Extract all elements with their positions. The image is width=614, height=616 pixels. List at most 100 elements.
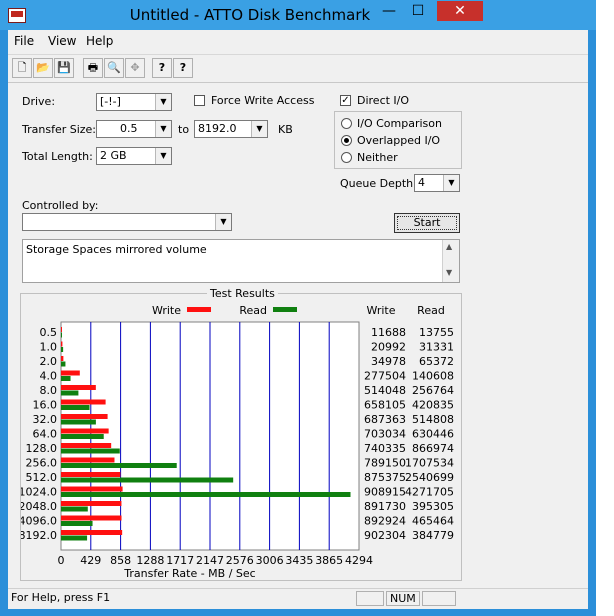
write-bar	[61, 327, 62, 332]
print-icon[interactable]: 🖶	[83, 58, 103, 78]
transfer-size-from-select[interactable]: 0.5 ▼	[96, 120, 172, 138]
y-tick-label: 0.5	[40, 326, 58, 339]
y-tick-label: 128.0	[26, 442, 58, 455]
controlled-by-select[interactable]: ▼	[22, 213, 232, 231]
total-length-value: 2 GB	[100, 149, 127, 162]
write-bar	[61, 443, 112, 448]
scroll-up-icon[interactable]: ▲	[446, 242, 452, 251]
print-preview-icon[interactable]: 🔍	[104, 58, 124, 78]
write-bar	[61, 486, 123, 492]
chevron-down-icon[interactable]: ▼	[155, 94, 171, 110]
x-tick-label: 3006	[256, 554, 284, 567]
menu-view[interactable]: View	[48, 34, 76, 48]
open-folder-icon[interactable]: 📂	[33, 58, 53, 78]
force-write-checkbox[interactable]	[194, 95, 205, 106]
y-tick-label: 512.0	[26, 471, 58, 484]
legend-read-swatch	[273, 307, 297, 312]
status-cell-3	[422, 591, 456, 606]
x-tick-label: 4294	[345, 554, 373, 567]
read-value-label: 384779	[412, 529, 454, 542]
context-help-icon[interactable]: ?	[173, 58, 193, 78]
start-button[interactable]: Start	[394, 213, 460, 233]
maximize-button[interactable]: ☐	[405, 1, 431, 21]
chevron-down-icon[interactable]: ▼	[215, 214, 231, 230]
write-column-header: Write	[366, 304, 395, 317]
x-tick-label: 858	[110, 554, 131, 567]
status-bar: For Help, press F1 NUM	[8, 588, 588, 609]
description-scrollbar[interactable]: ▲ ▼	[442, 240, 459, 282]
y-tick-label: 32.0	[33, 413, 58, 426]
menu-file[interactable]: File	[14, 34, 34, 48]
y-tick-label: 4096.0	[21, 515, 57, 528]
io-comparison-label: I/O Comparison	[357, 117, 442, 130]
write-bar	[61, 385, 96, 390]
write-bar	[61, 515, 122, 521]
status-help-text: For Help, press F1	[11, 591, 111, 604]
description-textarea[interactable]: Storage Spaces mirrored volume ▲ ▼	[22, 239, 460, 283]
title-bar: Untitled - ATTO Disk Benchmark — ☐ ✕	[0, 0, 596, 30]
y-tick-label: 64.0	[33, 428, 58, 441]
write-bar	[61, 356, 64, 361]
total-length-select[interactable]: 2 GB ▼	[96, 147, 172, 165]
to-label: to	[178, 123, 190, 136]
test-results-group: Test Results Write Read Write Read 0 429 858 12…	[20, 287, 462, 581]
chevron-down-icon[interactable]: ▼	[155, 121, 171, 137]
write-bar	[61, 472, 121, 477]
read-value-label: 256764	[412, 384, 454, 397]
move-icon[interactable]: ✥	[125, 58, 145, 78]
drive-label: Drive:	[22, 95, 56, 108]
read-bar	[61, 448, 120, 454]
write-bar	[61, 399, 106, 405]
x-tick-label: 429	[80, 554, 101, 567]
io-comparison-radio[interactable]	[341, 118, 352, 129]
save-icon[interactable]: 💾	[54, 58, 74, 78]
legend-read-label: Read	[239, 304, 267, 317]
drive-value: [-!-]	[100, 95, 121, 108]
x-tick-label: 3435	[285, 554, 313, 567]
y-tick-label: 16.0	[33, 399, 58, 412]
queue-depth-value: 4	[418, 176, 425, 189]
y-tick-label: 256.0	[26, 457, 58, 470]
benchmark-panel: Drive: [-!-] ▼ Force Write Access ✓ Dire…	[8, 82, 588, 593]
read-value-label: 465464	[412, 515, 454, 528]
x-tick-label: 0	[58, 554, 65, 567]
scroll-down-icon[interactable]: ▼	[446, 268, 452, 277]
menu-bar: File View Help	[8, 30, 588, 50]
write-value-label: 740335	[364, 442, 406, 455]
read-value-label: 31331	[419, 341, 454, 354]
read-value-label: 140608	[412, 370, 454, 383]
write-bar	[61, 370, 80, 376]
direct-io-checkbox[interactable]: ✓	[340, 95, 351, 106]
client-area: File View Help 🗋 📂 💾 🖶 🔍 ✥ ? ? Drive: [-…	[8, 30, 588, 609]
read-value-label: 420835	[412, 399, 454, 412]
write-value-label: 277504	[364, 370, 406, 383]
y-tick-label: 8.0	[40, 384, 58, 397]
read-value-label: 65372	[419, 355, 454, 368]
chevron-down-icon[interactable]: ▼	[155, 148, 171, 164]
chevron-down-icon[interactable]: ▼	[443, 175, 459, 191]
read-bar	[61, 477, 234, 483]
new-document-icon[interactable]: 🗋	[12, 58, 32, 78]
minimize-button[interactable]: —	[376, 1, 402, 21]
read-value-label: 2540699	[405, 471, 454, 484]
menu-help[interactable]: Help	[86, 34, 113, 48]
y-tick-label: 4.0	[40, 370, 58, 383]
drive-select[interactable]: [-!-] ▼	[96, 93, 172, 111]
force-write-label: Force Write Access	[211, 94, 315, 107]
write-value-label: 891730	[364, 500, 406, 513]
write-bar	[61, 530, 123, 535]
help-icon[interactable]: ?	[152, 58, 172, 78]
write-value-label: 20992	[371, 341, 406, 354]
read-bar	[61, 376, 71, 381]
read-bar	[61, 361, 66, 367]
queue-depth-select[interactable]: 4 ▼	[414, 174, 460, 192]
read-value-label: 514808	[412, 413, 454, 426]
transfer-size-to-select[interactable]: 8192.0 ▼	[194, 120, 268, 138]
read-value-label: 4271705	[405, 486, 454, 499]
x-tick-label: 1288	[136, 554, 164, 567]
chevron-down-icon[interactable]: ▼	[251, 121, 267, 137]
close-button[interactable]: ✕	[437, 1, 483, 21]
neither-radio[interactable]	[341, 152, 352, 163]
write-value-label: 658105	[364, 399, 406, 412]
overlapped-io-radio[interactable]	[341, 135, 352, 146]
